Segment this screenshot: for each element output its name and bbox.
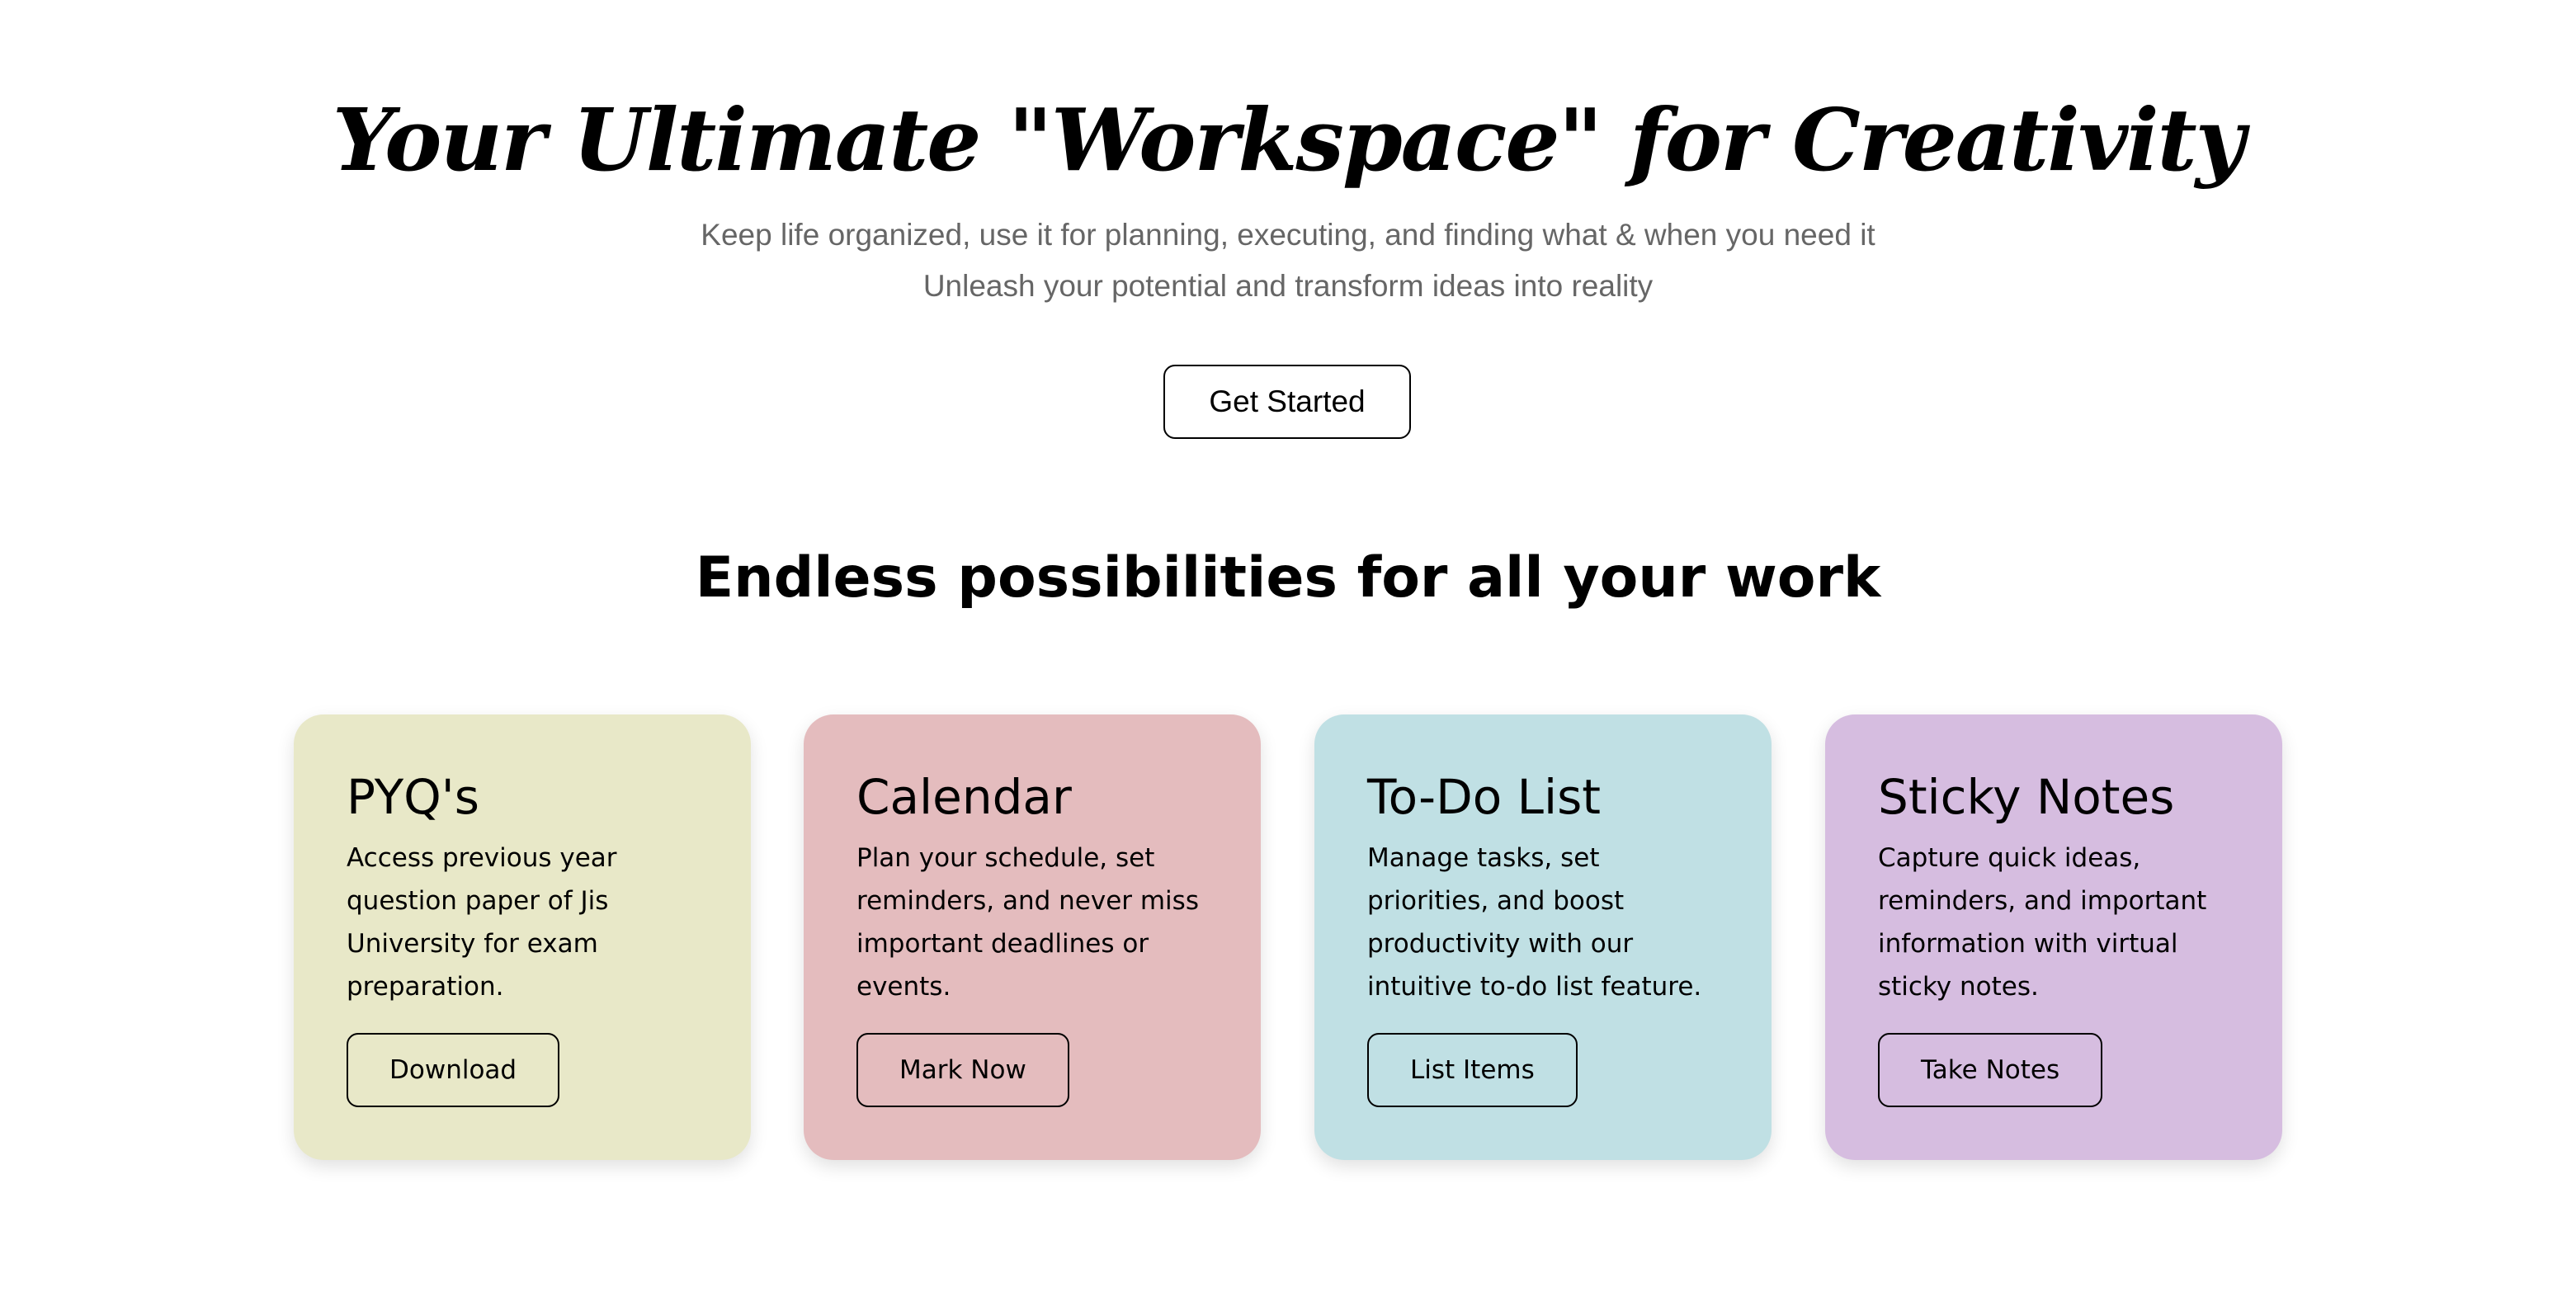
card-title: Sticky Notes [1878,769,2175,825]
hero-subtitle-line2: Unleash your potential and transform ide… [922,269,1654,303]
mark-now-button[interactable]: Mark Now [856,1033,1069,1107]
get-started-button[interactable]: Get Started [1163,365,1411,439]
take-notes-button[interactable]: Take Notes [1878,1033,2103,1107]
download-button[interactable]: Download [347,1033,560,1107]
card-description: Access previous year question paper of J… [347,843,617,1002]
features-heading: Endless possibilities for all your work [695,545,1881,611]
list-items-button[interactable]: List Items [1367,1033,1578,1107]
hero-subtitle-line1: Keep life organized, use it for planning… [701,218,1875,252]
card-sticky-notes: Sticky Notes Capture quick ideas, remind… [1825,714,2282,1160]
landing-page: Your Ultimate "Workspace" for Creativity… [0,0,2576,1292]
card-description: Capture quick ideas, reminders, and impo… [1878,843,2207,1002]
card-calendar: Calendar Plan your schedule, set reminde… [804,714,1261,1160]
card-title: Calendar [856,769,1072,825]
card-title: PYQ's [347,769,479,825]
hero-title: Your Ultimate "Workspace" for Creativity [332,89,2245,191]
card-todo-list: To-Do List Manage tasks, set priorities,… [1314,714,1772,1160]
card-pyqs: PYQ's Access previous year question pape… [294,714,751,1160]
card-title: To-Do List [1367,769,1602,825]
card-description: Manage tasks, set priorities, and boost … [1367,843,1702,1002]
card-description: Plan your schedule, set reminders, and n… [856,843,1199,1002]
